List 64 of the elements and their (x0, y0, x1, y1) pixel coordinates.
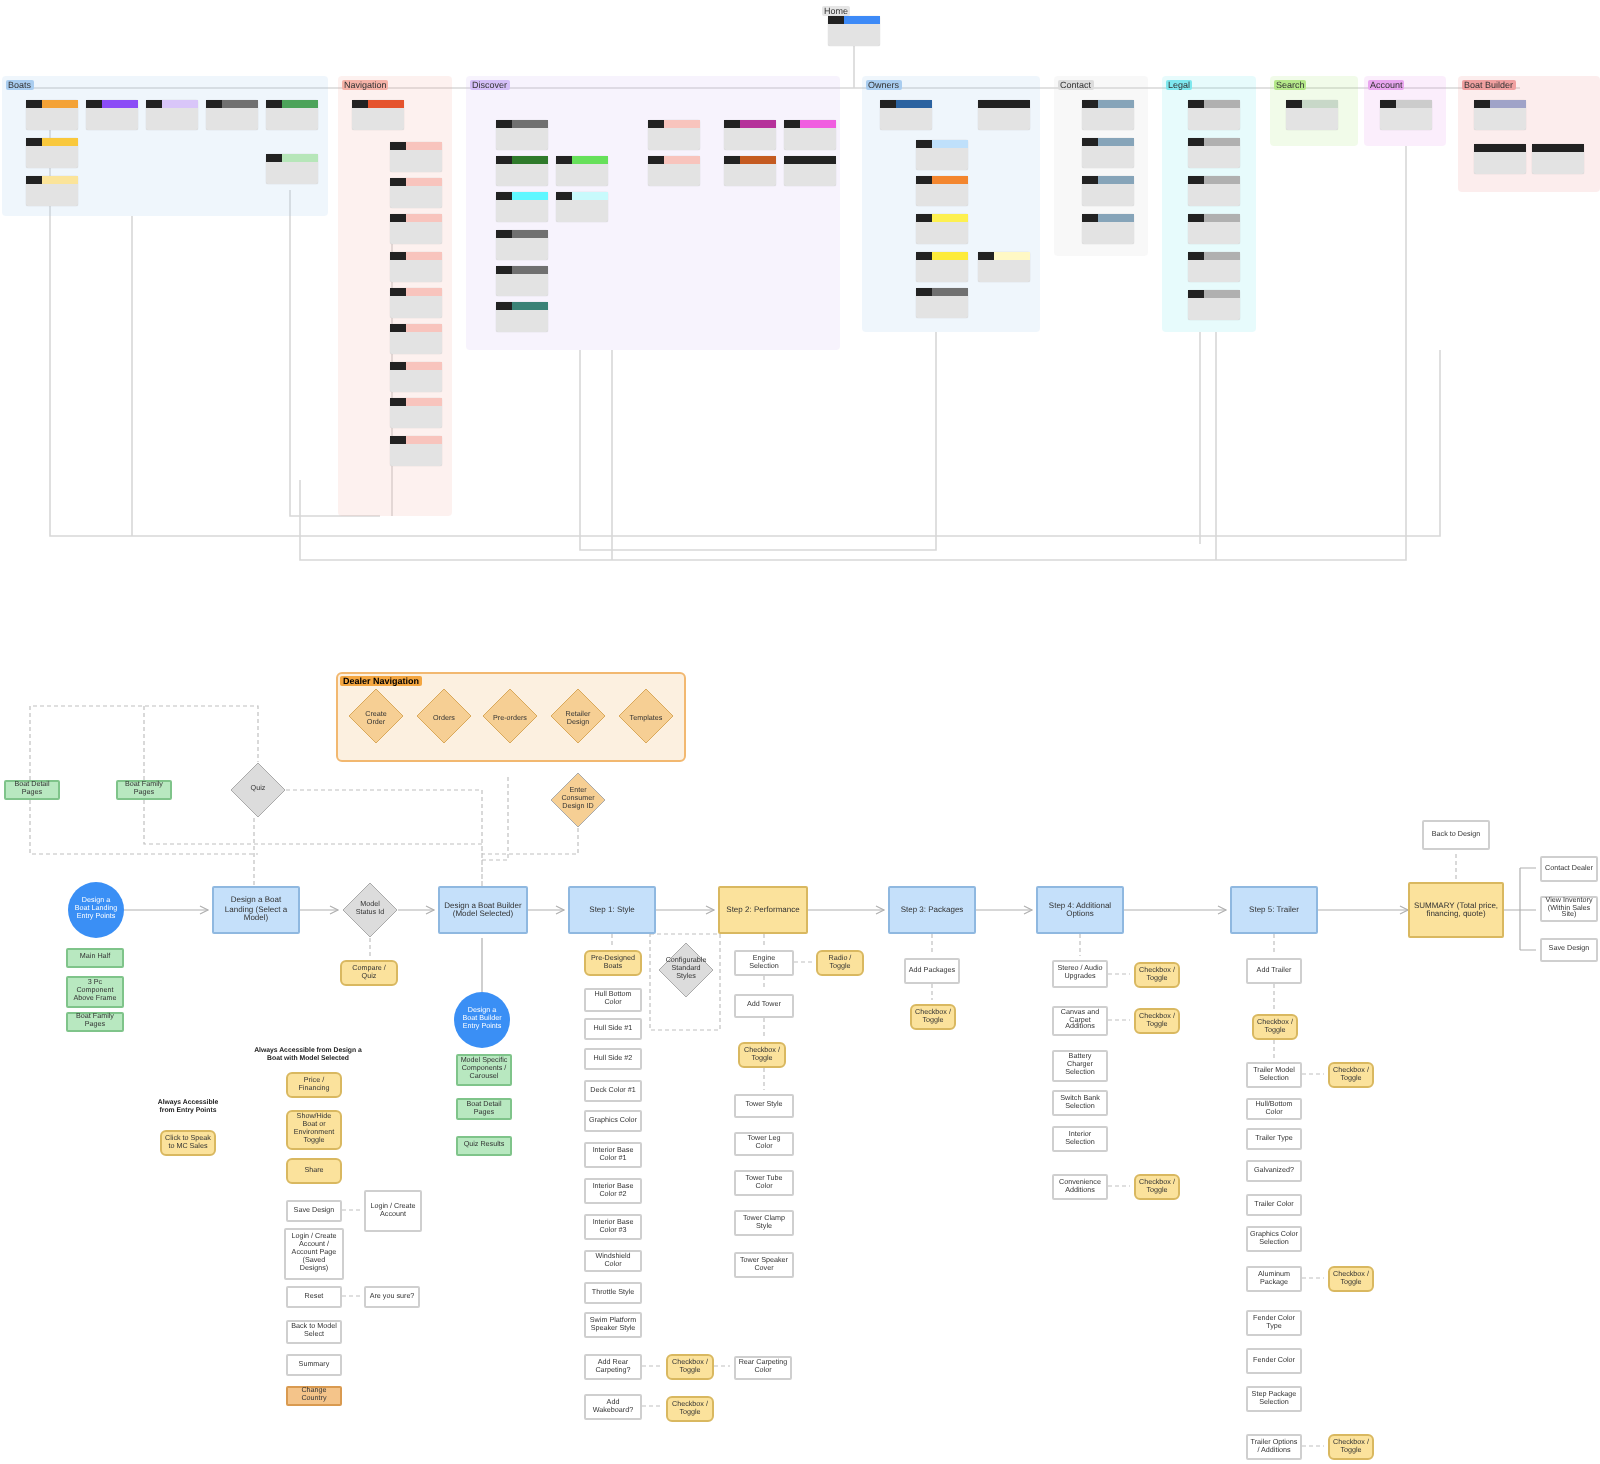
page-card[interactable] (26, 100, 78, 130)
page-card[interactable] (390, 178, 442, 208)
page-card[interactable] (390, 398, 442, 428)
page-card[interactable] (390, 362, 442, 392)
page-card[interactable] (496, 120, 548, 150)
dealer-diamond[interactable] (550, 688, 606, 744)
page-card[interactable] (1188, 252, 1240, 282)
decision-diamond (550, 772, 606, 828)
page-card[interactable] (916, 288, 968, 318)
page-card[interactable] (916, 252, 968, 282)
page-card[interactable] (496, 192, 548, 222)
dealer-diamond[interactable] (348, 688, 404, 744)
page-card[interactable] (724, 120, 776, 150)
page-card[interactable] (390, 436, 442, 466)
page-card[interactable] (1286, 100, 1338, 130)
page-card[interactable] (496, 302, 548, 332)
page-card[interactable] (390, 142, 442, 172)
page-card[interactable] (352, 100, 404, 130)
page-card[interactable] (978, 100, 1030, 130)
page-card[interactable] (1188, 290, 1240, 320)
page-card[interactable] (496, 156, 548, 186)
decision-diamond (342, 882, 398, 938)
page-card[interactable] (648, 120, 700, 150)
page-card[interactable] (724, 156, 776, 186)
page-card[interactable] (1532, 144, 1584, 174)
page-card[interactable] (1380, 100, 1432, 130)
page-card[interactable] (784, 156, 836, 186)
page-card[interactable] (916, 214, 968, 244)
page-card[interactable] (26, 176, 78, 206)
page-card[interactable] (390, 288, 442, 318)
page-card[interactable] (496, 230, 548, 260)
page-card[interactable] (556, 192, 608, 222)
page-card[interactable] (146, 100, 198, 130)
page-card[interactable] (390, 252, 442, 282)
page-card[interactable] (1474, 144, 1526, 174)
page-card[interactable] (556, 156, 608, 186)
page-card[interactable] (266, 100, 318, 130)
page-card[interactable] (880, 100, 932, 130)
page-card[interactable] (266, 154, 318, 184)
page-card[interactable] (916, 140, 968, 170)
page-card[interactable] (784, 120, 836, 150)
page-card[interactable] (1188, 176, 1240, 206)
page-card[interactable] (1474, 100, 1526, 130)
page-card[interactable] (828, 16, 880, 46)
page-card[interactable] (390, 214, 442, 244)
page-card[interactable] (978, 252, 1030, 282)
decision-diamond (230, 762, 286, 818)
page-card[interactable] (1188, 138, 1240, 168)
page-card[interactable] (1188, 100, 1240, 130)
decision-diamond (658, 942, 714, 998)
page-card[interactable] (1082, 214, 1134, 244)
page-card[interactable] (206, 100, 258, 130)
page-card[interactable] (916, 176, 968, 206)
page-card[interactable] (1082, 138, 1134, 168)
dealer-diamond[interactable] (482, 688, 538, 744)
page-card[interactable] (390, 324, 442, 354)
dealer-diamond[interactable] (618, 688, 674, 744)
page-card[interactable] (1082, 100, 1134, 130)
page-card[interactable] (496, 266, 548, 296)
page-card[interactable] (1188, 214, 1240, 244)
page-card[interactable] (648, 156, 700, 186)
page-card[interactable] (1082, 176, 1134, 206)
page-card[interactable] (26, 138, 78, 168)
page-card[interactable] (86, 100, 138, 130)
